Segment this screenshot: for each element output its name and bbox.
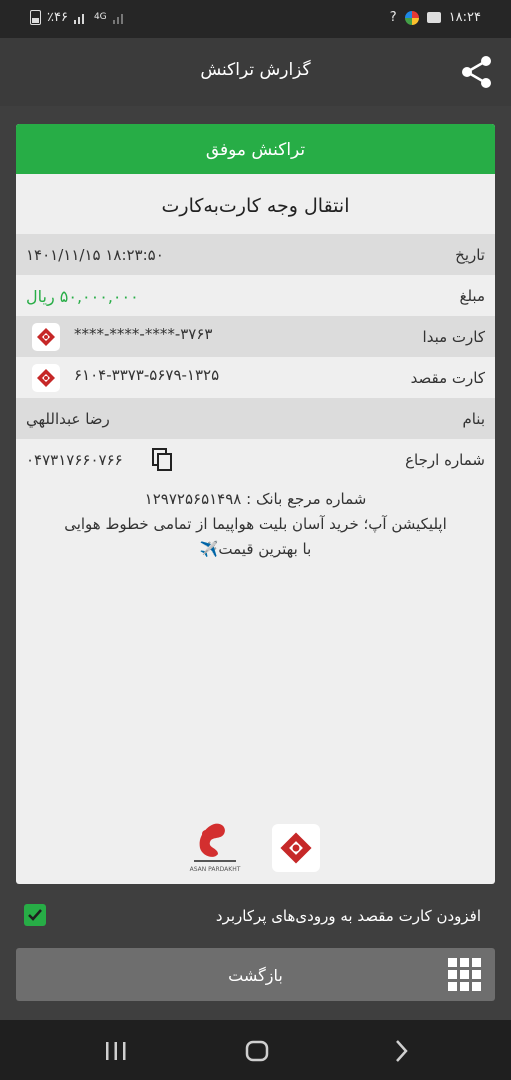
add-dest-checkbox[interactable] — [24, 904, 46, 926]
check-icon — [28, 909, 42, 921]
mellat-bank-icon — [32, 364, 60, 392]
battery-percent: ٪۴۶ — [47, 10, 68, 25]
back-label: بازگشت — [228, 966, 283, 985]
ref-row: شماره ارجاع ۰۴۷۳۱۷۶۶۰۷۶۶ — [16, 439, 495, 480]
ad-line-1: اپلیکیشن آپ؛ خرید آسان بلیت هواپیما از ت… — [64, 515, 447, 533]
source-card-label: کارت مبدا — [422, 328, 485, 346]
mellat-bank-icon — [32, 323, 60, 351]
logos: ASAN PARDAKHT — [16, 822, 495, 876]
back-nav-icon[interactable] — [388, 1038, 414, 1064]
add-dest-row[interactable]: افزودن کارت مقصد به ورودی‌های پرکاربرد — [0, 895, 511, 937]
recent-apps-icon[interactable] — [103, 1038, 129, 1064]
add-dest-label: افزودن کارت مقصد به ورودی‌های پرکاربرد — [215, 907, 481, 925]
app-header: گزارش تراکنش — [0, 38, 511, 106]
logo-text: ASAN PARDAKHT — [190, 866, 241, 873]
battery-icon — [30, 10, 41, 25]
network-type: 4G — [93, 12, 107, 22]
name-value: رضا عبداللهي — [26, 410, 110, 428]
app-notification-icon — [404, 10, 419, 25]
page-title: گزارش تراکنش — [200, 60, 311, 80]
amount-value: ۵۰,۰۰۰,۰۰۰ ریال — [26, 287, 139, 306]
receipt-card: تراکنش موفق انتقال وجه کارت‌به‌کارت تاری… — [16, 124, 495, 884]
status-right: ? ۱۸:۲۴ — [390, 10, 481, 25]
bank-note: شماره مرجع بانک : ۱۲۹۷۲۵۶۵۱۴۹۸ اپلیکیشن … — [16, 487, 495, 562]
amount-label: مبلغ — [459, 287, 485, 305]
transaction-type: انتقال وجه کارت‌به‌کارت — [161, 195, 350, 217]
dest-card-row: کارت مقصد ۶۱۰۴-۳۳۷۳-۵۶۷۹-۱۳۲۵ — [16, 357, 495, 398]
home-icon[interactable] — [244, 1038, 270, 1064]
date-label: تاریخ — [455, 246, 485, 264]
status-bar: ٪۴۶ 4G ? ۱۸:۲۴ — [0, 0, 511, 38]
dest-card-number: ۶۱۰۴-۳۳۷۳-۵۶۷۹-۱۳۲۵ — [74, 366, 220, 384]
clock: ۱۸:۲۴ — [448, 10, 481, 25]
signal-icon — [73, 12, 88, 24]
ref-value: ۰۴۷۳۱۷۶۶۰۷۶۶ — [26, 451, 123, 469]
asan-pardakht-logo: ASAN PARDAKHT — [184, 822, 246, 874]
dest-card-label: کارت مقصد — [410, 369, 485, 387]
system-nav-bar — [0, 1020, 511, 1080]
back-button[interactable]: بازگشت — [16, 948, 495, 1001]
ref-label: شماره ارجاع — [405, 451, 485, 469]
status-banner: تراکنش موفق — [16, 124, 495, 174]
share-icon[interactable] — [459, 54, 495, 90]
mellat-bank-logo — [272, 824, 320, 872]
no-signal-icon: ? — [389, 10, 397, 25]
status-left: ٪۴۶ 4G — [30, 10, 127, 25]
name-label: بنام — [462, 410, 485, 428]
copy-icon[interactable] — [152, 448, 174, 472]
grid-menu-icon[interactable] — [448, 958, 481, 991]
ad-line-2: با بهترین قیمت✈️ — [199, 540, 312, 558]
name-row: بنام رضا عبداللهي — [16, 398, 495, 439]
amount-row: مبلغ ۵۰,۰۰۰,۰۰۰ ریال — [16, 275, 495, 316]
bank-ref-line: شماره مرجع بانک : ۱۲۹۷۲۵۶۵۱۴۹۸ — [144, 490, 367, 508]
source-card-row: کارت مبدا ****-****-****-۳۷۶۳ — [16, 316, 495, 357]
source-card-number: ****-****-****-۳۷۶۳ — [74, 325, 213, 343]
signal-icon-2 — [112, 12, 127, 24]
message-icon — [426, 12, 441, 23]
date-value: ۱۴۰۱/۱۱/۱۵ ۱۸:۲۳:۵۰ — [26, 246, 164, 264]
date-row: تاریخ ۱۴۰۱/۱۱/۱۵ ۱۸:۲۳:۵۰ — [16, 234, 495, 275]
